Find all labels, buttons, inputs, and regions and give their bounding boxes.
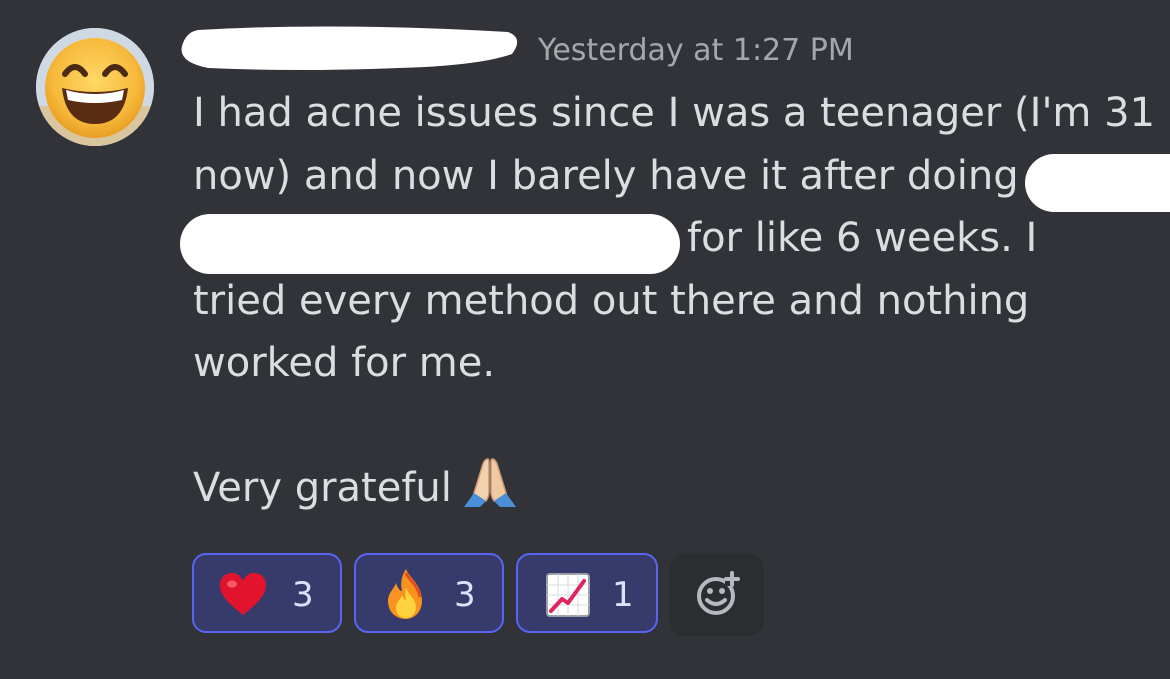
fire-icon (386, 569, 432, 619)
reaction-count: 1 (612, 575, 634, 615)
reaction-chart[interactable]: 1 (516, 553, 658, 633)
grinning-face-icon (36, 28, 154, 146)
folded-hands-icon (462, 457, 518, 526)
message-line: I had acne issues since I was a teenager… (193, 90, 1156, 136)
add-reaction-button[interactable] (670, 554, 764, 636)
message-timestamp[interactable]: Yesterday at 1:27 PM (538, 31, 854, 71)
redaction-mark (180, 214, 680, 274)
red-heart-icon (220, 573, 266, 617)
username-redaction (181, 26, 518, 71)
message-content: I had acne issues since I was a teenager… (193, 82, 1156, 520)
chat-message: Yesterday at 1:27 PM I had acne issues s… (0, 0, 1170, 679)
reaction-count: 3 (292, 575, 314, 615)
user-avatar[interactable] (36, 28, 154, 146)
message-line-text: for like 6 weeks. I (687, 215, 1038, 261)
reaction-count: 3 (454, 575, 476, 615)
add-reaction-icon (697, 571, 740, 615)
message-line: tried every method out there and nothing (193, 277, 1030, 324)
message-line: now) and now I barely have it after doin… (193, 152, 1019, 199)
redaction-mark (1025, 154, 1170, 212)
message-line: worked for me. (193, 340, 496, 386)
reaction-heart[interactable]: 3 (192, 553, 342, 633)
chart-increasing-icon (546, 573, 592, 617)
reaction-fire[interactable]: 3 (354, 553, 504, 633)
message-line: Very grateful (193, 457, 1153, 520)
closing-text: Very grateful (193, 465, 452, 511)
